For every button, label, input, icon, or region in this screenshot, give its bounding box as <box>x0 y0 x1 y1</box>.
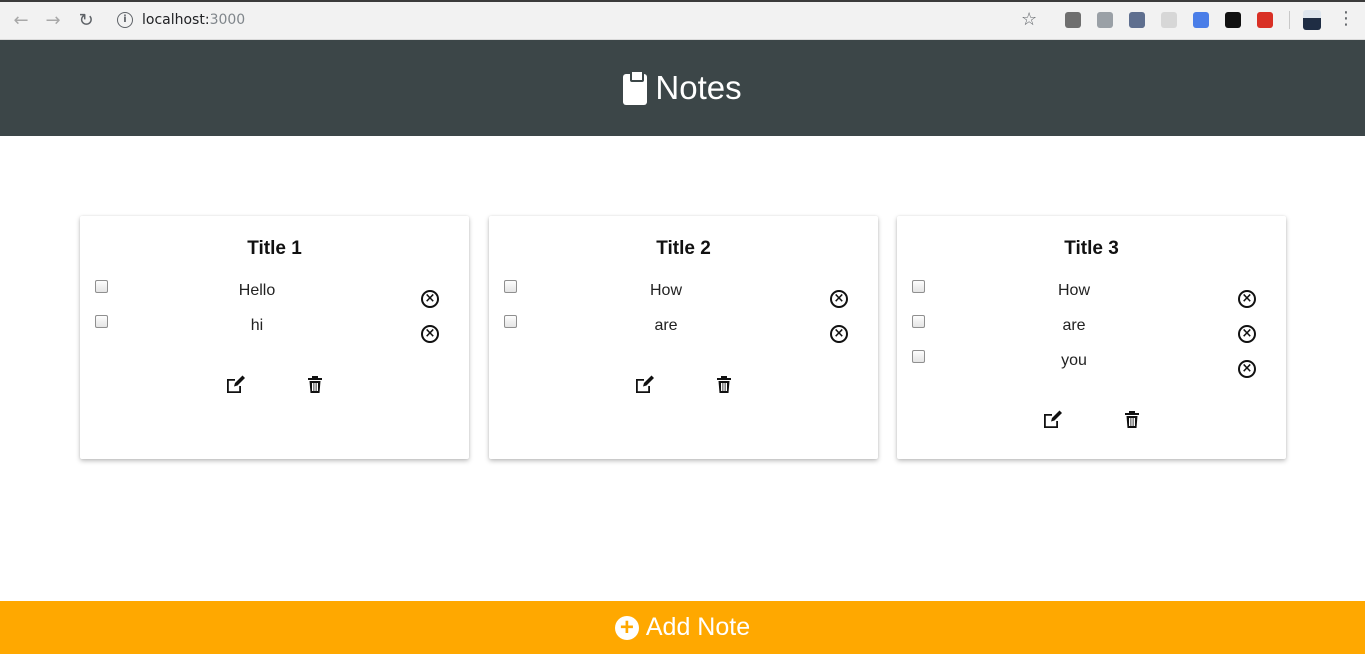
extension-infinity-icon[interactable] <box>1129 12 1145 28</box>
note-item: are × <box>897 315 1286 345</box>
delete-note-icon[interactable] <box>1124 410 1146 432</box>
edit-note-icon[interactable] <box>225 375 247 397</box>
note-item: you × <box>897 350 1286 380</box>
note-item: hi × <box>80 315 469 345</box>
profile-avatar[interactable] <box>1303 10 1321 30</box>
note-item-text: are <box>654 317 678 334</box>
note-item-text: hi <box>250 317 264 334</box>
extension-circle-icon[interactable] <box>1065 12 1081 28</box>
remove-item-icon[interactable]: × <box>1238 360 1256 378</box>
note-card: Title 1 Hello × hi × <box>80 216 469 459</box>
extension-gnome-icon[interactable] <box>1225 12 1241 28</box>
add-note-button[interactable]: + Add Note <box>0 601 1365 654</box>
note-card: Title 3 How × are × you × <box>897 216 1286 459</box>
clipboard-icon <box>623 69 648 105</box>
remove-item-icon[interactable]: × <box>830 325 848 343</box>
add-note-label: Add Note <box>645 613 751 641</box>
url-port: 3000 <box>209 12 246 28</box>
note-item-text: Hello <box>238 282 276 299</box>
browser-menu-icon[interactable]: ⋮ <box>1337 8 1355 29</box>
note-title: Title 2 <box>656 238 711 259</box>
delete-note-icon[interactable] <box>716 375 738 397</box>
back-button[interactable]: ← <box>11 11 31 31</box>
extension-timer-icon[interactable] <box>1161 12 1177 28</box>
edit-note-icon[interactable] <box>634 375 656 397</box>
forward-button[interactable]: → <box>43 11 63 31</box>
note-item: are × <box>489 315 878 345</box>
toolbar-divider <box>1289 11 1290 29</box>
note-item-text: How <box>649 282 682 299</box>
note-item-text: are <box>1062 317 1086 334</box>
remove-item-icon[interactable]: × <box>1238 325 1256 343</box>
url-host: localhost: <box>142 12 210 28</box>
extension-bike-icon[interactable] <box>1097 12 1113 28</box>
plus-circle-icon: + <box>614 615 639 640</box>
note-item: Hello × <box>80 280 469 310</box>
address-bar[interactable]: localhost:3000 <box>142 12 245 28</box>
note-item-text: you <box>1061 352 1087 369</box>
note-title: Title 3 <box>1064 238 1119 259</box>
edit-note-icon[interactable] <box>1042 410 1064 432</box>
site-info-icon[interactable]: i <box>117 12 133 28</box>
note-item: How × <box>897 280 1286 310</box>
app-title: Notes <box>0 40 1365 136</box>
google-translate-icon[interactable] <box>1193 12 1209 28</box>
remove-item-icon[interactable]: × <box>1238 290 1256 308</box>
note-card: Title 2 How × are × <box>489 216 878 459</box>
app-title-text: Notes <box>655 69 742 106</box>
note-item: How × <box>489 280 878 310</box>
reload-button[interactable]: ↻ <box>76 11 96 31</box>
delete-note-icon[interactable] <box>307 375 329 397</box>
note-title: Title 1 <box>247 238 302 259</box>
bookmark-star-icon[interactable]: ☆ <box>1021 9 1037 30</box>
remove-item-icon[interactable]: × <box>421 325 439 343</box>
note-item-text: How <box>1057 282 1090 299</box>
remove-item-icon[interactable]: × <box>421 290 439 308</box>
browser-toolbar: ← → ↻ i localhost:3000 ☆ ⋮ <box>0 0 1365 40</box>
app-header: Notes <box>0 40 1365 136</box>
remove-item-icon[interactable]: × <box>830 290 848 308</box>
extension-red-icon[interactable] <box>1257 12 1273 28</box>
